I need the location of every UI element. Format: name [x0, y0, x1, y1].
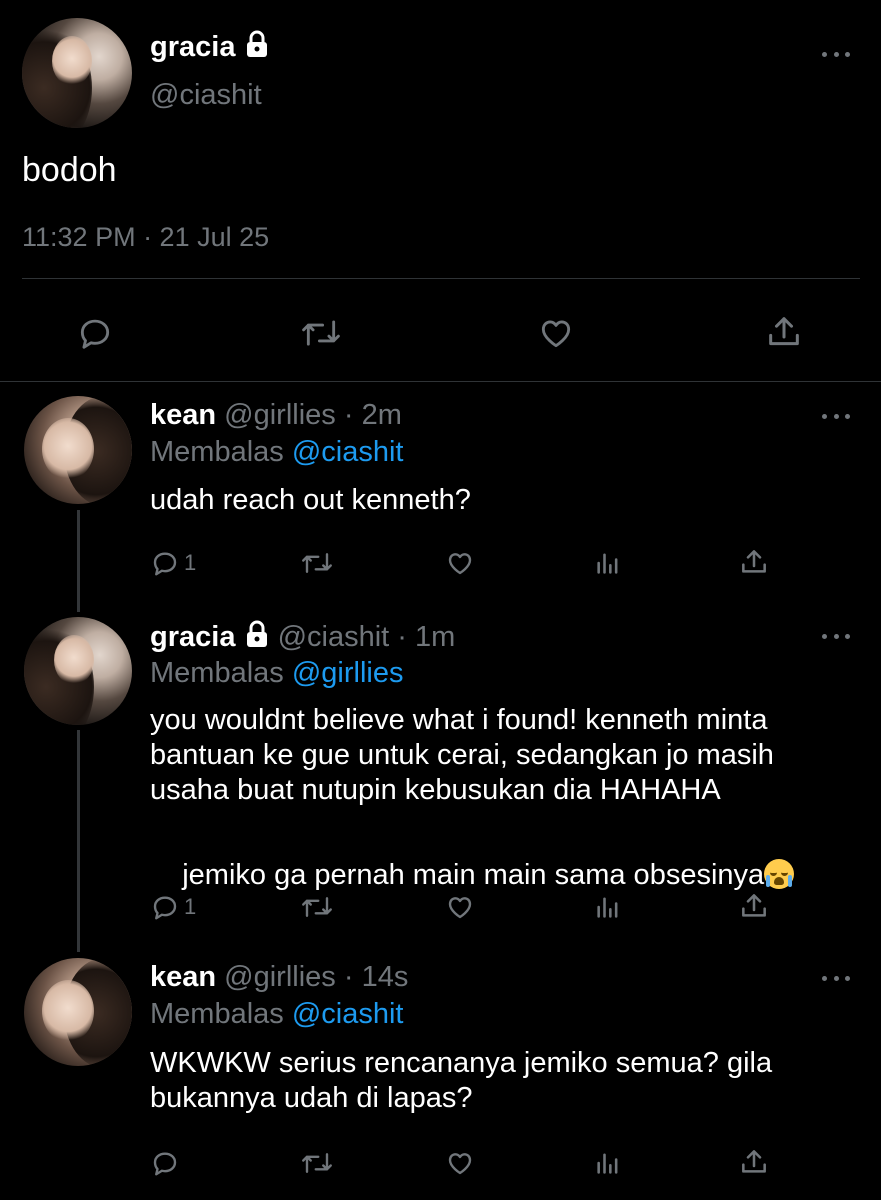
- handle[interactable]: @girllies: [224, 961, 336, 993]
- more-options-icon[interactable]: [822, 412, 850, 420]
- time-ago[interactable]: · 14s: [344, 961, 408, 993]
- like-icon: [541, 320, 571, 348]
- tweet-text-line: jemiko ga pernah main main sama obsesiny…: [182, 859, 765, 891]
- more-options-icon[interactable]: [822, 50, 850, 58]
- like-button[interactable]: [444, 892, 476, 922]
- retweet-icon: [302, 1153, 332, 1173]
- reply-button[interactable]: [150, 1148, 184, 1178]
- thread-line: [77, 510, 80, 612]
- divider: [0, 381, 881, 382]
- like-icon: [448, 897, 472, 919]
- reply-icon: [80, 319, 110, 349]
- reply-count: 1: [184, 550, 197, 575]
- display-name[interactable]: kean: [150, 399, 216, 431]
- analytics-button[interactable]: [594, 548, 622, 578]
- replying-label: Membalas: [150, 436, 284, 468]
- retweet-button[interactable]: [300, 314, 342, 352]
- retweet-button[interactable]: [300, 548, 334, 578]
- share-icon: [742, 550, 766, 573]
- replying-to-link[interactable]: @girllies: [292, 657, 404, 689]
- replying-label: Membalas: [150, 657, 284, 689]
- share-icon: [742, 1150, 766, 1173]
- analytics-icon: [597, 553, 618, 574]
- share-icon: [769, 317, 799, 346]
- timestamp[interactable]: 11:32 PM · 21 Jul 25: [22, 220, 269, 254]
- handle[interactable]: @girllies: [224, 399, 336, 431]
- analytics-button[interactable]: [594, 892, 622, 922]
- display-name[interactable]: gracia: [150, 31, 235, 63]
- share-button[interactable]: [738, 546, 770, 578]
- replying-to-link[interactable]: @ciashit: [292, 998, 404, 1030]
- thread-line: [77, 730, 80, 952]
- share-icon: [742, 894, 766, 917]
- retweet-icon: [302, 553, 332, 573]
- more-options-icon[interactable]: [822, 974, 850, 982]
- tweet-text-line: usaha buat nutupin kebusukan dia HAHAHA: [150, 774, 721, 806]
- display-name[interactable]: gracia: [150, 621, 235, 653]
- tweet-text: bodoh: [22, 151, 117, 189]
- retweet-icon: [302, 320, 340, 346]
- loudly-crying-face-icon: [764, 859, 795, 889]
- like-button[interactable]: [444, 1148, 476, 1178]
- avatar[interactable]: [22, 18, 132, 128]
- avatar[interactable]: [24, 617, 132, 725]
- time-ago[interactable]: · 1m: [397, 621, 455, 653]
- share-button[interactable]: [764, 312, 804, 352]
- time-ago[interactable]: · 2m: [344, 399, 402, 431]
- analytics-button[interactable]: [594, 1148, 622, 1178]
- analytics-icon: [597, 897, 618, 918]
- like-button[interactable]: [444, 548, 476, 578]
- replying-to-link[interactable]: @ciashit: [292, 436, 404, 468]
- tweet-text-line: you wouldnt believe what i found! kennet…: [150, 704, 768, 736]
- lock-icon: [244, 30, 270, 66]
- avatar[interactable]: [24, 396, 132, 504]
- retweet-icon: [302, 897, 332, 917]
- analytics-icon: [597, 1153, 618, 1174]
- handle[interactable]: @ciashit: [150, 78, 262, 112]
- reply-icon: [153, 552, 177, 576]
- divider: [22, 278, 860, 279]
- tweet-text-line: bukannya udah di lapas?: [150, 1082, 473, 1114]
- share-button[interactable]: [738, 1146, 770, 1178]
- reply-button[interactable]: [76, 314, 114, 352]
- avatar[interactable]: [24, 958, 132, 1066]
- tweet-text-line: bantuan ke gue untuk cerai, sedangkan jo…: [150, 739, 774, 771]
- retweet-button[interactable]: [300, 1148, 334, 1178]
- reply-button[interactable]: 1: [150, 892, 196, 922]
- retweet-button[interactable]: [300, 892, 334, 922]
- share-button[interactable]: [738, 890, 770, 922]
- reply-button[interactable]: 1: [150, 548, 196, 578]
- display-name[interactable]: kean: [150, 961, 216, 993]
- like-button[interactable]: [536, 314, 576, 352]
- reply-icon: [153, 1152, 177, 1176]
- like-icon: [448, 1153, 472, 1175]
- tweet-text-line: WKWKW serius rencananya jemiko semua? gi…: [150, 1047, 773, 1079]
- more-options-icon[interactable]: [822, 632, 850, 640]
- reply-count: 1: [184, 894, 197, 919]
- like-icon: [448, 553, 472, 575]
- handle[interactable]: @ciashit: [278, 621, 390, 653]
- lock-icon: [244, 620, 270, 656]
- tweet-text: udah reach out kenneth?: [150, 484, 471, 516]
- reply-icon: [153, 896, 177, 920]
- replying-label: Membalas: [150, 998, 284, 1030]
